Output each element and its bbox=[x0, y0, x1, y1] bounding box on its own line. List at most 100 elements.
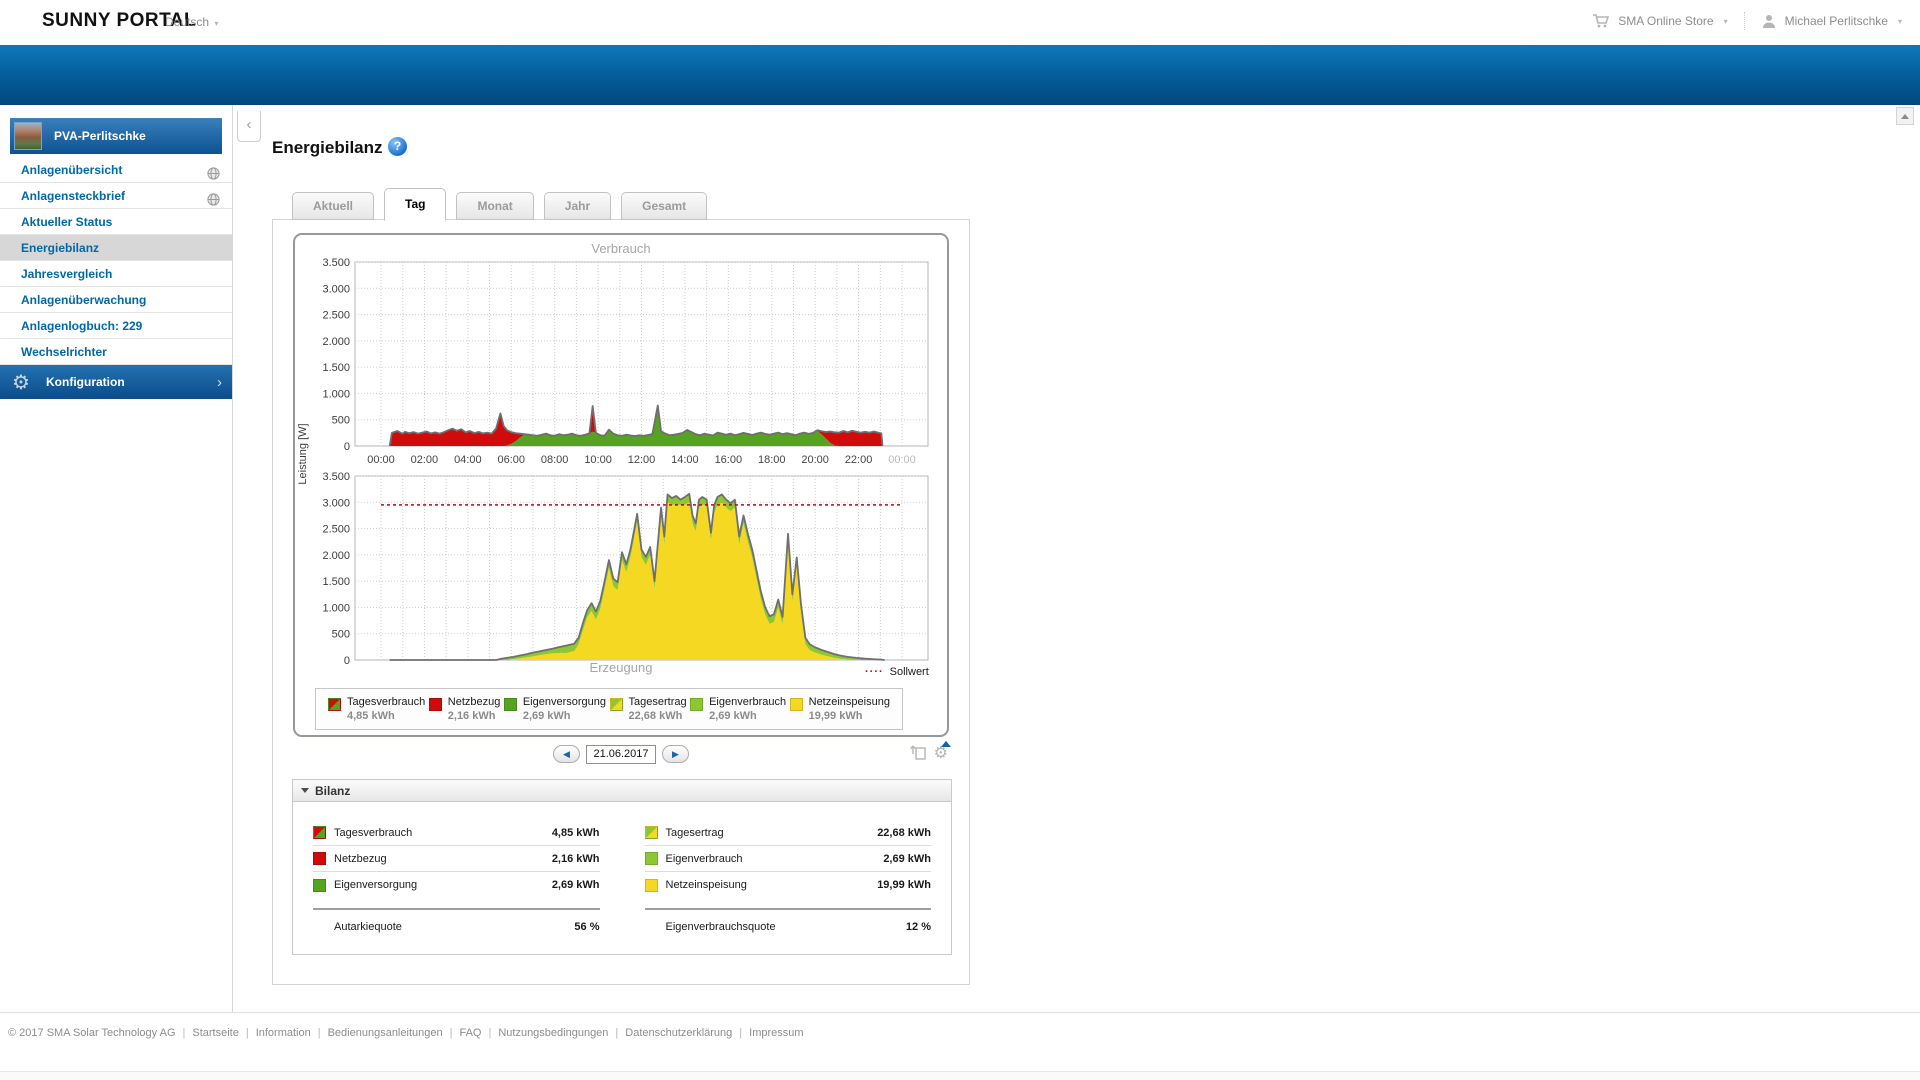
legend-item: Tagesverbrauch 4,85 kWh bbox=[328, 696, 425, 722]
next-day-button[interactable]: ▶ bbox=[662, 745, 689, 763]
tab-tag[interactable]: Tag bbox=[384, 188, 447, 221]
legend-item: Netzbezug 2,16 kWh bbox=[428, 696, 500, 722]
sidebar-item-anlagensteckbrief[interactable]: Anlagensteckbrief bbox=[0, 183, 232, 209]
export-icon[interactable] bbox=[909, 742, 926, 765]
svg-text:14:00: 14:00 bbox=[671, 454, 699, 466]
sidebar: PVA-Perlitschke Anlagenübersicht Anlagens… bbox=[0, 105, 232, 1012]
svg-text:3.500: 3.500 bbox=[322, 471, 350, 483]
legend-value: 2,16 kWh bbox=[447, 710, 496, 722]
chevron-down-icon: ▾ bbox=[214, 19, 219, 28]
sidebar-item-wechselrichter[interactable]: Wechselrichter bbox=[0, 339, 232, 365]
plant-name: PVA-Perlitschke bbox=[54, 129, 146, 143]
quote-label: Autarkiequote bbox=[334, 921, 402, 933]
bilanz-quote-row: Eigenverbrauchsquote 12 % bbox=[645, 910, 932, 944]
split-red-green-swatch-icon bbox=[328, 698, 341, 711]
svg-text:1.500: 1.500 bbox=[322, 576, 350, 588]
yellow-swatch-icon bbox=[644, 878, 658, 892]
tab-gesamt[interactable]: Gesamt bbox=[621, 192, 708, 220]
sidebar-item-aktueller-status[interactable]: Aktueller Status bbox=[0, 209, 232, 235]
svg-text:1.000: 1.000 bbox=[322, 388, 350, 400]
chart-settings-icon[interactable]: ⚙ bbox=[934, 740, 951, 763]
scrollbar-up-button[interactable] bbox=[1896, 107, 1914, 125]
y-axis-label: Leistung [W] bbox=[297, 423, 309, 485]
footer-link[interactable]: Nutzungsbedingungen bbox=[498, 1027, 608, 1039]
collapse-triangle-icon bbox=[301, 788, 309, 793]
split-lightgreen-yellow-swatch-icon bbox=[609, 698, 623, 711]
upload-arrow-icon bbox=[941, 740, 951, 747]
bilanz-label: Eigenverbrauch bbox=[665, 852, 743, 865]
sidebar-item-konfiguration[interactable]: ⚙ Konfiguration › bbox=[0, 365, 232, 399]
svg-text:1.500: 1.500 bbox=[322, 362, 350, 374]
footer-separator: | bbox=[245, 1027, 249, 1039]
svg-text:04:00: 04:00 bbox=[454, 454, 482, 466]
bilanz-right-column: Tagesertrag 22,68 kWh Eigenverbrauch 2,6… bbox=[644, 820, 932, 944]
bilanz-quote-row: Autarkiequote 56 % bbox=[313, 910, 600, 944]
tab-aktuell[interactable]: Aktuell bbox=[292, 192, 375, 220]
svg-text:00:00: 00:00 bbox=[367, 454, 395, 466]
red-swatch-icon bbox=[313, 852, 326, 865]
svg-text:18:00: 18:00 bbox=[758, 454, 786, 466]
split-red-green-swatch-icon bbox=[313, 826, 326, 839]
svg-text:22:00: 22:00 bbox=[845, 454, 873, 466]
bilanz-header[interactable]: Bilanz bbox=[293, 780, 951, 802]
sidebar-item-anlagen-berwachung[interactable]: Anlagenüberwachung bbox=[0, 287, 232, 313]
erzeugung-chart: 05001.0001.5002.0002.5003.0003.500 bbox=[322, 471, 929, 666]
bilanz-value: 22,68 kWh bbox=[877, 826, 931, 839]
sidebar-item-anlagen-bersicht[interactable]: Anlagenübersicht bbox=[0, 157, 232, 183]
svg-text:2.500: 2.500 bbox=[322, 310, 350, 322]
legend-value: 2,69 kWh bbox=[522, 710, 571, 722]
legend-value: 4,85 kWh bbox=[347, 710, 395, 722]
chevron-down-icon: ▾ bbox=[1723, 16, 1728, 26]
user-menu[interactable]: Michael Perlitschke bbox=[1785, 14, 1888, 28]
sollwert-legend: ···· Sollwert bbox=[865, 666, 929, 678]
svg-text:3.500: 3.500 bbox=[322, 257, 350, 269]
date-input[interactable] bbox=[586, 744, 656, 764]
footer-link[interactable]: Information bbox=[256, 1027, 311, 1039]
bilanz-left-column: Tagesverbrauch 4,85 kWh Netzbezug 2,16 k… bbox=[313, 820, 600, 944]
svg-text:2.000: 2.000 bbox=[322, 550, 350, 562]
svg-text:02:00: 02:00 bbox=[411, 454, 439, 466]
legend-label: Eigenverbrauch bbox=[709, 696, 787, 708]
sidebar-collapse-button[interactable]: ‹ bbox=[237, 111, 261, 142]
footer-link[interactable]: Datenschutzerklärung bbox=[625, 1027, 732, 1039]
footer-link[interactable]: Startseite bbox=[192, 1027, 238, 1039]
bottom-strip bbox=[0, 1071, 1920, 1080]
footer-separator: | bbox=[182, 1027, 186, 1039]
plant-thumbnail bbox=[14, 122, 42, 150]
help-icon[interactable]: ? bbox=[388, 137, 407, 156]
bilanz-row: Eigenverbrauch 2,69 kWh bbox=[644, 846, 931, 872]
bilanz-value: 2,69 kWh bbox=[883, 852, 931, 865]
footer-link[interactable]: Bedienungsanleitungen bbox=[328, 1027, 443, 1039]
sidebar-item-anlagenlogbuch-229[interactable]: Anlagenlogbuch: 229 bbox=[0, 313, 232, 339]
top-bar: SUNNY PORTAL Deutsch ▾ SMA Online Store … bbox=[0, 0, 1920, 45]
legend-label: Netzeinspeisung bbox=[808, 696, 890, 708]
footer-link[interactable]: FAQ bbox=[459, 1027, 481, 1039]
svg-text:06:00: 06:00 bbox=[497, 454, 525, 466]
yellow-swatch-icon bbox=[789, 698, 803, 711]
chevron-down-icon: ▾ bbox=[1897, 16, 1902, 26]
bilanz-row: Tagesverbrauch 4,85 kWh bbox=[313, 820, 600, 846]
tab-jahr[interactable]: Jahr bbox=[543, 192, 612, 220]
footer-link[interactable]: Impressum bbox=[749, 1027, 803, 1039]
footer: © 2017 SMA Solar Technology AG | Startseit… bbox=[0, 1012, 1920, 1039]
svg-text:2.000: 2.000 bbox=[322, 336, 350, 348]
sidebar-item-jahresvergleich[interactable]: Jahresvergleich bbox=[0, 261, 232, 287]
plant-header[interactable]: PVA-Perlitschke bbox=[10, 118, 222, 154]
language-selector[interactable]: Deutsch ▾ bbox=[165, 15, 218, 29]
tab-monat[interactable]: Monat bbox=[456, 192, 534, 220]
bilanz-label: Netzbezug bbox=[334, 852, 387, 865]
legend-item: Eigenverbrauch 2,69 kWh bbox=[690, 696, 786, 722]
svg-text:12:00: 12:00 bbox=[628, 454, 656, 466]
chart-legend: Tagesverbrauch 4,85 kWh Netzbezug 2,16 k… bbox=[315, 688, 903, 730]
bilanz-label: Netzeinspeisung bbox=[665, 879, 747, 891]
green-swatch-icon bbox=[503, 698, 517, 711]
store-link[interactable]: SMA Online Store bbox=[1618, 14, 1713, 28]
lightgreen-swatch-icon bbox=[644, 852, 658, 865]
gear-icon: ⚙ bbox=[12, 371, 30, 394]
sidebar-item-energiebilanz[interactable]: Energiebilanz bbox=[0, 235, 232, 261]
prev-day-button[interactable]: ◀ bbox=[553, 745, 580, 763]
legend-label: Tagesverbrauch bbox=[347, 696, 426, 708]
svg-text:500: 500 bbox=[332, 415, 350, 427]
header-banner bbox=[0, 45, 1920, 105]
svg-text:20:00: 20:00 bbox=[801, 454, 829, 466]
